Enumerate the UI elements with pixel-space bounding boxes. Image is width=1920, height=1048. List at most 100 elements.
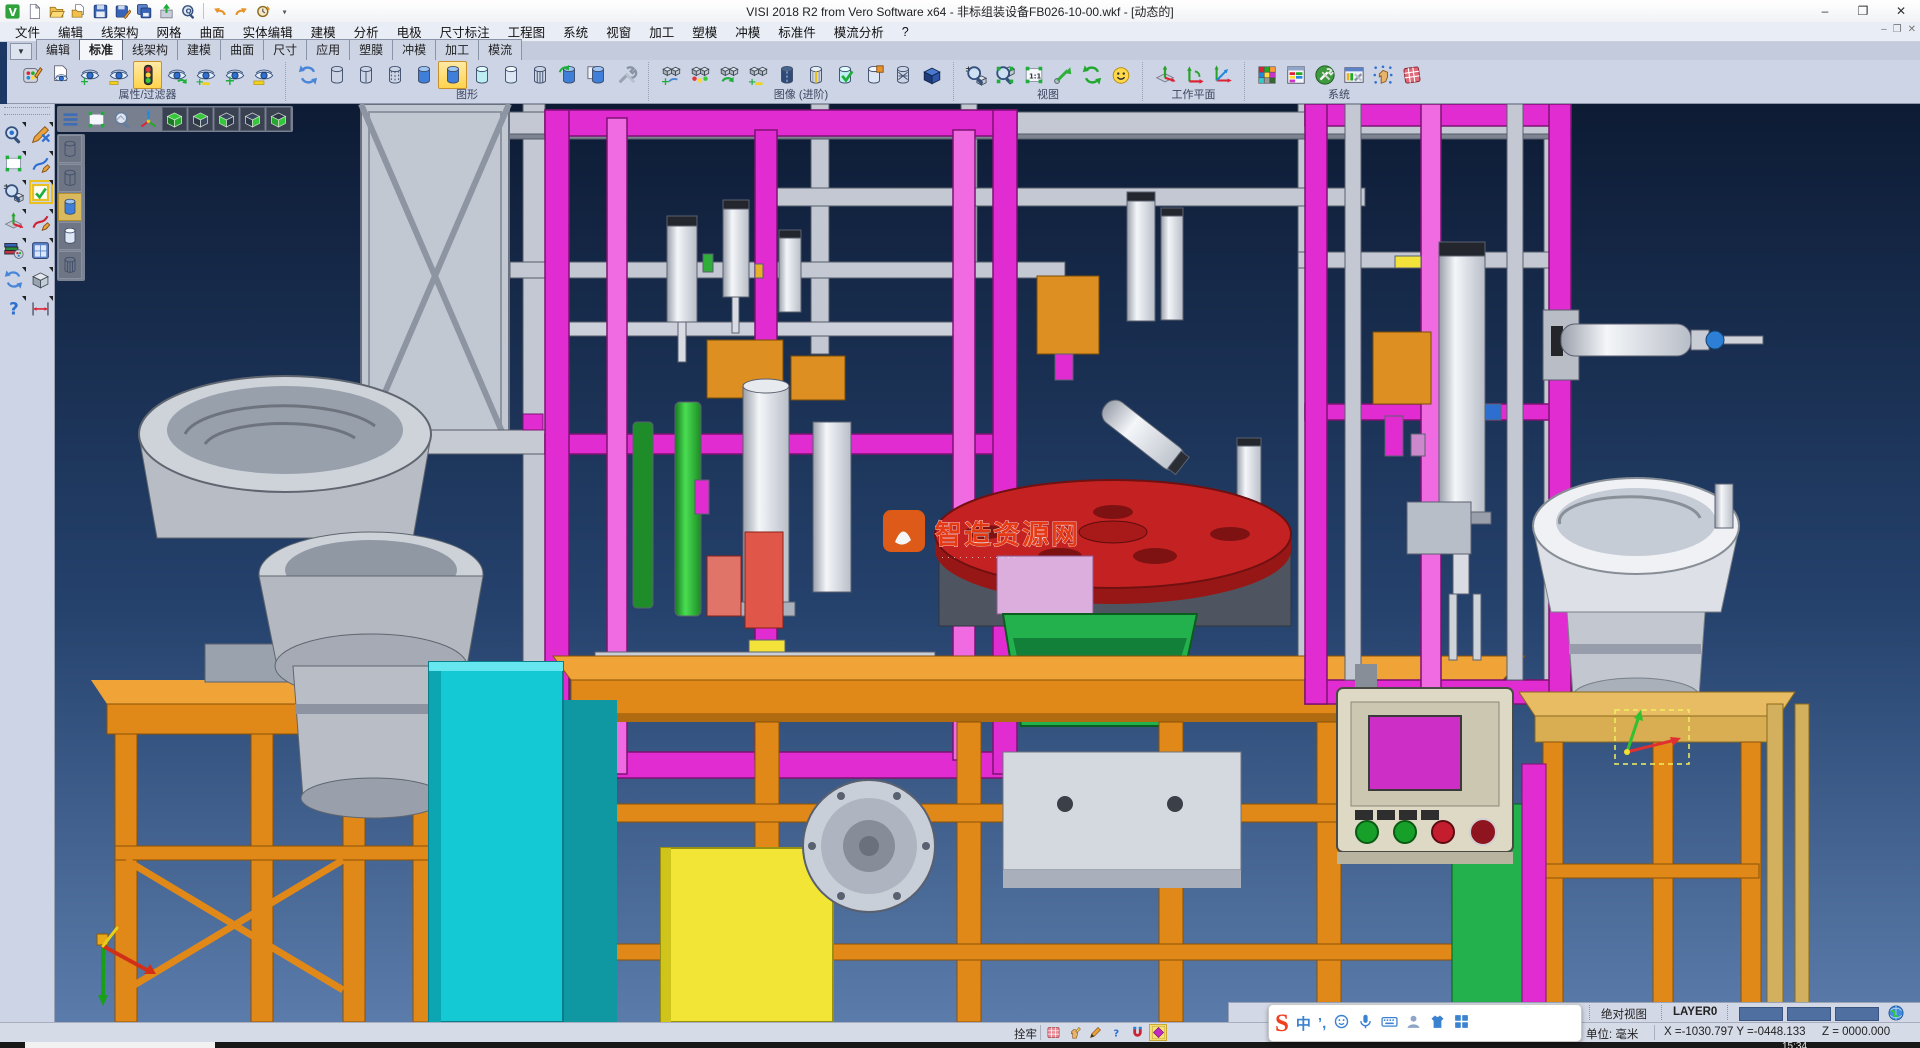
hide-all-icon[interactable] [249,61,278,89]
view-left-icon[interactable] [240,107,265,131]
view-menu-icon[interactable] [58,107,83,131]
minimize-button[interactable]: – [1806,0,1844,21]
menu-item-16[interactable]: 标准件 [769,20,825,43]
confirm-check-icon[interactable] [29,180,53,204]
help-icon[interactable]: ? [2,296,26,320]
tab-标准[interactable]: 标准 [79,39,123,60]
snap-help-icon[interactable]: ? [1107,1024,1125,1041]
menu-item-13[interactable]: 加工 [640,20,683,43]
display-mesh-icon[interactable] [58,251,82,279]
workplane-create-icon[interactable] [1150,61,1179,89]
color-table-icon[interactable] [1252,61,1281,89]
menu-item-17[interactable]: 模流分析 [825,20,893,43]
insert-document-icon[interactable] [68,1,88,21]
attributes-by-element-icon[interactable] [46,61,75,89]
workplane-align-icon[interactable] [1208,61,1237,89]
view-orientation-icon[interactable] [1106,61,1135,89]
view-isometric-icon[interactable] [162,107,187,131]
ime-mic-icon[interactable] [1357,1013,1374,1033]
regenerate-icon[interactable] [2,267,26,291]
show-all-icon[interactable]: + [220,61,249,89]
tab-加工[interactable]: 加工 [435,39,479,60]
copy-graphics-icon[interactable] [583,61,612,89]
tab-冲模[interactable]: 冲模 [392,39,436,60]
globe-icon[interactable] [1887,1004,1905,1022]
undo-icon[interactable] [209,1,229,21]
view-right-icon[interactable] [266,107,291,131]
sketch-pencil-icon[interactable] [29,209,53,233]
tab-编辑[interactable]: 编辑 [36,39,80,60]
ime-skin-icon[interactable] [1429,1013,1446,1033]
tab-线架构[interactable]: 线架构 [122,39,178,60]
snap-intersection-icon[interactable] [1149,1024,1167,1041]
menu-item-12[interactable]: 视窗 [597,20,640,43]
show-add-icon[interactable]: + [75,61,104,89]
axes-origin-icon[interactable] [136,107,161,131]
workplane-modify-icon[interactable] [1179,61,1208,89]
open-folder-icon[interactable] [46,1,66,21]
workplane-axis-icon[interactable] [2,209,26,233]
layer-swatch-2[interactable] [1787,1007,1831,1021]
menu-item-11[interactable]: 系统 [554,20,597,43]
snap-magnet-icon[interactable] [1128,1024,1146,1041]
ime-language-toggle[interactable]: 中 [1296,1013,1311,1034]
snap-hand-icon[interactable] [1065,1024,1083,1041]
menu-item-15[interactable]: 冲模 [726,20,769,43]
zoom-extents-icon[interactable] [110,107,135,131]
zoom-dynamic-icon[interactable]: ± [2,180,26,204]
dashed-hidden-mode-icon[interactable] [380,61,409,89]
measure-distance-icon[interactable] [29,296,53,320]
zoom-window-icon[interactable] [84,107,109,131]
panel-drag-handle[interactable] [4,107,50,115]
refresh-visibility-icon[interactable] [162,61,191,89]
print-preview-icon[interactable]: Q [178,1,198,21]
export-up-icon[interactable] [156,1,176,21]
view-front-icon[interactable] [214,107,239,131]
window-configuration-icon[interactable] [1339,61,1368,89]
ime-person-icon[interactable] [1405,1013,1422,1033]
display-translucent-icon[interactable] [58,222,82,250]
mdi-minimize[interactable]: – [1881,24,1887,35]
shaded-mode-icon[interactable] [409,61,438,89]
snap-edit-icon[interactable] [1086,1024,1104,1041]
wireframe-mode-icon[interactable] [322,61,351,89]
validate-solid-icon[interactable] [830,61,859,89]
layer-swatch-1[interactable] [1739,1007,1783,1021]
tab-应用[interactable]: 应用 [306,39,350,60]
viewport-canvas[interactable]: 智造资源网 ············· [55,104,1920,1022]
restore-button[interactable]: ❐ [1844,0,1882,21]
layer-label[interactable]: LAYER0 [1673,1006,1717,1018]
zoom-all-icon[interactable]: ± [961,61,990,89]
zoom-selected-icon[interactable] [990,61,1019,89]
menu-item-18[interactable]: ? [893,23,918,41]
ime-keyboard-icon[interactable] [1381,1013,1398,1033]
graphics-settings-icon[interactable] [612,61,641,89]
solid-dark-mode-icon[interactable] [772,61,801,89]
mesh-mode-icon[interactable] [525,61,554,89]
selection-options-icon[interactable] [1368,61,1397,89]
edit-erase-icon[interactable] [29,122,53,146]
render-cube-icon[interactable] [917,61,946,89]
sketch-spline-icon[interactable] [29,151,53,175]
mdi-restore[interactable]: ❐ [1893,24,1902,35]
snap-grid-icon[interactable] [1044,1024,1062,1041]
display-wireframe-icon[interactable] [58,135,82,163]
tab-模流[interactable]: 模流 [478,39,522,60]
tab-尺寸[interactable]: 尺寸 [263,39,307,60]
mdi-close[interactable]: ✕ [1908,24,1916,35]
regenerate-solid-icon[interactable] [554,61,583,89]
zoom-1-1-icon[interactable]: 1:1 [1019,61,1048,89]
adv-show-add-icon[interactable]: + [656,61,685,89]
hidden-line-mode-icon[interactable] [351,61,380,89]
zoom-preview-icon[interactable] [2,122,26,146]
new-document-icon[interactable] [24,1,44,21]
adv-refresh-icon[interactable] [714,61,743,89]
tab-建模[interactable]: 建模 [177,39,221,60]
ghost-mode-icon[interactable] [496,61,525,89]
mesh-view-icon[interactable] [888,61,917,89]
attribute-manager-icon[interactable] [2,238,26,262]
visibility-filter-icon[interactable] [133,61,162,89]
redo-icon[interactable] [231,1,251,21]
texture-mode-icon[interactable] [859,61,888,89]
lock-label[interactable]: 拴牢 [1014,1026,1037,1042]
